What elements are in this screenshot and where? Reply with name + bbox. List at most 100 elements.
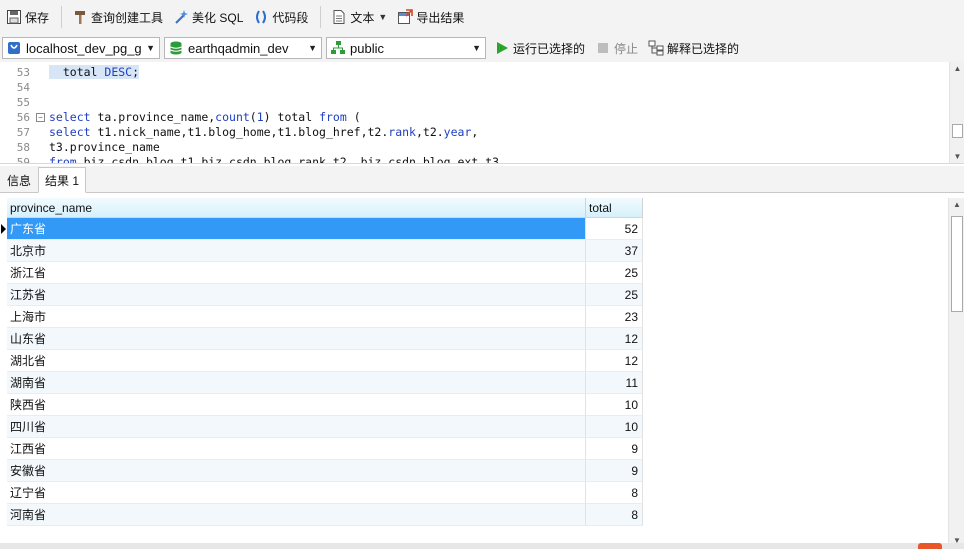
save-label: 保存: [25, 10, 50, 25]
beautify-sql-label: 美化 SQL: [192, 10, 244, 25]
explain-selected-label: 解释已选择的: [667, 41, 740, 56]
cell-total[interactable]: 25: [586, 284, 643, 306]
export-results-button[interactable]: 导出结果: [393, 5, 468, 29]
cell-province-name[interactable]: 四川省: [7, 416, 586, 438]
schema-icon: [330, 40, 346, 56]
cell-province-name[interactable]: 广东省: [7, 218, 586, 240]
cell-province-name[interactable]: 安徽省: [7, 460, 586, 482]
table-row[interactable]: 北京市 37: [7, 240, 643, 262]
scroll-up-icon[interactable]: ▲: [949, 200, 964, 209]
stop-button[interactable]: 停止: [591, 36, 642, 60]
query-builder-button[interactable]: 查询创建工具: [68, 5, 167, 29]
tab-info[interactable]: 信息: [0, 168, 38, 192]
cell-total[interactable]: 25: [586, 262, 643, 284]
table-row[interactable]: 陕西省 10: [7, 394, 643, 416]
table-row[interactable]: 浙江省 25: [7, 262, 643, 284]
cell-province-name[interactable]: 山东省: [7, 328, 586, 350]
query-builder-label: 查询创建工具: [91, 10, 164, 25]
cell-province-name[interactable]: 湖北省: [7, 350, 586, 372]
cell-province-name[interactable]: 湖南省: [7, 372, 586, 394]
editor-scrollbar[interactable]: ▲ ▼: [949, 62, 964, 163]
cell-total[interactable]: 11: [586, 372, 643, 394]
export-icon: [397, 9, 414, 25]
column-header-total[interactable]: total: [586, 198, 643, 218]
line-gutter: 53 54 55 56 57 58 59 −: [0, 62, 48, 163]
cell-province-name[interactable]: 辽宁省: [7, 482, 586, 504]
cell-total[interactable]: 8: [586, 504, 643, 526]
text-view-button[interactable]: 文本 ▼: [327, 5, 391, 29]
scrollbar-thumb[interactable]: [952, 124, 963, 138]
play-icon: [494, 40, 510, 56]
cell-province-name[interactable]: 河南省: [7, 504, 586, 526]
table-row[interactable]: 湖北省 12: [7, 350, 643, 372]
cell-province-name[interactable]: 北京市: [7, 240, 586, 262]
table-row[interactable]: 河南省 8: [7, 504, 643, 526]
cell-province-name[interactable]: 浙江省: [7, 262, 586, 284]
table-row[interactable]: 四川省 10: [7, 416, 643, 438]
column-header-province-name[interactable]: province_name: [7, 198, 586, 218]
cell-total[interactable]: 12: [586, 350, 643, 372]
line-number: 55: [16, 96, 30, 109]
save-button[interactable]: 保存: [2, 5, 53, 29]
explain-selected-button[interactable]: 解释已选择的: [644, 36, 743, 60]
cell-total[interactable]: 9: [586, 460, 643, 482]
cell-total[interactable]: 10: [586, 394, 643, 416]
toolbar-separator: [61, 6, 63, 28]
grid-scrollbar[interactable]: ▲ ▼: [948, 198, 964, 547]
server-select[interactable]: localhost_dev_pg_gl ▼: [2, 37, 160, 59]
cell-total[interactable]: 37: [586, 240, 643, 262]
cell-total[interactable]: 52: [586, 218, 643, 240]
run-selected-button[interactable]: 运行已选择的: [490, 36, 589, 60]
schema-select[interactable]: public ▼: [326, 37, 486, 59]
table-row[interactable]: 广东省 52: [7, 218, 643, 240]
cell-province-name[interactable]: 江苏省: [7, 284, 586, 306]
server-icon: [6, 40, 22, 56]
beautify-sql-button[interactable]: 美化 SQL: [169, 5, 247, 29]
current-row-indicator-icon: [1, 224, 6, 234]
stop-icon: [595, 40, 611, 56]
scroll-up-icon[interactable]: ▲: [950, 64, 964, 73]
scrollbar-thumb[interactable]: [951, 216, 963, 312]
status-bar: [0, 543, 964, 549]
cell-total[interactable]: 12: [586, 328, 643, 350]
cell-total[interactable]: 8: [586, 482, 643, 504]
cell-province-name[interactable]: 上海市: [7, 306, 586, 328]
cell-total[interactable]: 23: [586, 306, 643, 328]
scroll-down-icon[interactable]: ▼: [950, 152, 964, 161]
export-results-label: 导出结果: [416, 10, 465, 25]
cell-province-name[interactable]: 江西省: [7, 438, 586, 460]
line-number: 54: [16, 81, 30, 94]
table-row[interactable]: 上海市 23: [7, 306, 643, 328]
cell-total[interactable]: 10: [586, 416, 643, 438]
code-snippet-button[interactable]: 代码段: [249, 5, 312, 29]
table-row[interactable]: 安徽省 9: [7, 460, 643, 482]
table-row[interactable]: 江苏省 25: [7, 284, 643, 306]
cell-total[interactable]: 9: [586, 438, 643, 460]
grid-rows: 广东省 52 北京市 37 浙江省 25 江苏省 25 上海市 23 山东省 12 湖北省 12 湖南省 11…: [7, 218, 643, 526]
grid-header: province_name total: [7, 198, 643, 218]
magic-wand-icon: [173, 9, 189, 25]
database-icon: [168, 40, 184, 56]
line-number: 57: [16, 126, 30, 139]
line-number: 59: [16, 156, 30, 164]
code-snippet-label: 代码段: [272, 10, 309, 25]
chevron-down-icon[interactable]: ▼: [378, 12, 387, 22]
table-row[interactable]: 湖南省 11: [7, 372, 643, 394]
code-line: from biz_csdn_blog t1,biz_csdn_blog_rank…: [49, 155, 500, 164]
database-select[interactable]: earthqadmin_dev ▼: [164, 37, 322, 59]
save-icon: [6, 9, 22, 25]
text-view-label: 文本: [350, 10, 375, 25]
line-number: 58: [16, 141, 30, 154]
explain-icon: [648, 40, 664, 56]
table-row[interactable]: 山东省 12: [7, 328, 643, 350]
tab-result-1[interactable]: 结果 1: [38, 167, 87, 193]
hammer-icon: [72, 9, 88, 25]
result-tabs: 信息 结果 1: [0, 166, 964, 193]
table-row[interactable]: 江西省 9: [7, 438, 643, 460]
sql-editor[interactable]: 53 54 55 56 57 58 59 − total DESC; selec…: [0, 62, 964, 164]
table-row[interactable]: 辽宁省 8: [7, 482, 643, 504]
cell-province-name[interactable]: 陕西省: [7, 394, 586, 416]
line-number: 53: [16, 66, 30, 79]
fold-toggle-icon[interactable]: −: [36, 113, 45, 122]
chevron-down-icon: ▼: [472, 43, 481, 53]
